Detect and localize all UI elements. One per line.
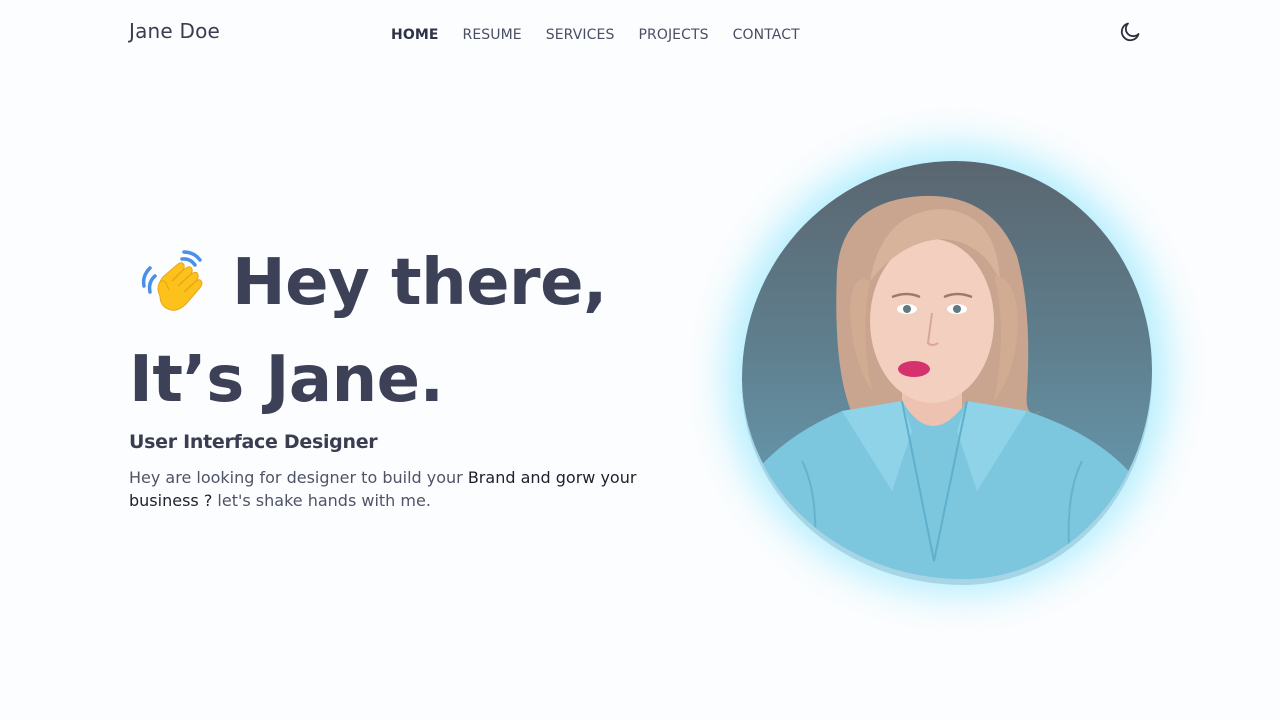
- nav-link-resume[interactable]: RESUME: [463, 27, 522, 43]
- portrait-illustration: [742, 195, 1152, 579]
- theme-toggle-button[interactable]: [1118, 20, 1142, 44]
- page: Jane Doe HOME RESUME SERVICES PROJECTS C…: [0, 0, 1280, 720]
- moon-icon: [1120, 22, 1140, 42]
- nav-link-services[interactable]: SERVICES: [546, 27, 615, 43]
- nav-item-home: HOME: [391, 24, 439, 43]
- brand-logo[interactable]: Jane Doe: [129, 19, 220, 43]
- tagline-part1: Hey are looking for designer to build yo…: [129, 468, 468, 487]
- hero-title-line2: It’s Jane.: [129, 343, 444, 417]
- nav-link-projects[interactable]: PROJECTS: [638, 27, 708, 43]
- role-title: User Interface Designer: [129, 431, 378, 453]
- profile-photo: [742, 161, 1152, 579]
- nav-item-projects: PROJECTS: [638, 24, 708, 43]
- nav-item-contact: CONTACT: [733, 24, 800, 43]
- tagline-part3: let's shake hands with me.: [217, 491, 431, 510]
- waving-hand-icon: [141, 250, 203, 311]
- main-nav: HOME RESUME SERVICES PROJECTS CONTACT: [391, 24, 800, 43]
- nav-item-resume: RESUME: [463, 24, 522, 43]
- nav-link-home[interactable]: HOME: [391, 27, 439, 43]
- nav-link-contact[interactable]: CONTACT: [733, 27, 800, 43]
- hero-title-line1: Hey there,: [232, 246, 607, 320]
- nav-item-services: SERVICES: [546, 24, 615, 43]
- hero-tagline: Hey are looking for designer to build yo…: [129, 466, 649, 512]
- hero-greeting: Hey there,: [138, 246, 607, 320]
